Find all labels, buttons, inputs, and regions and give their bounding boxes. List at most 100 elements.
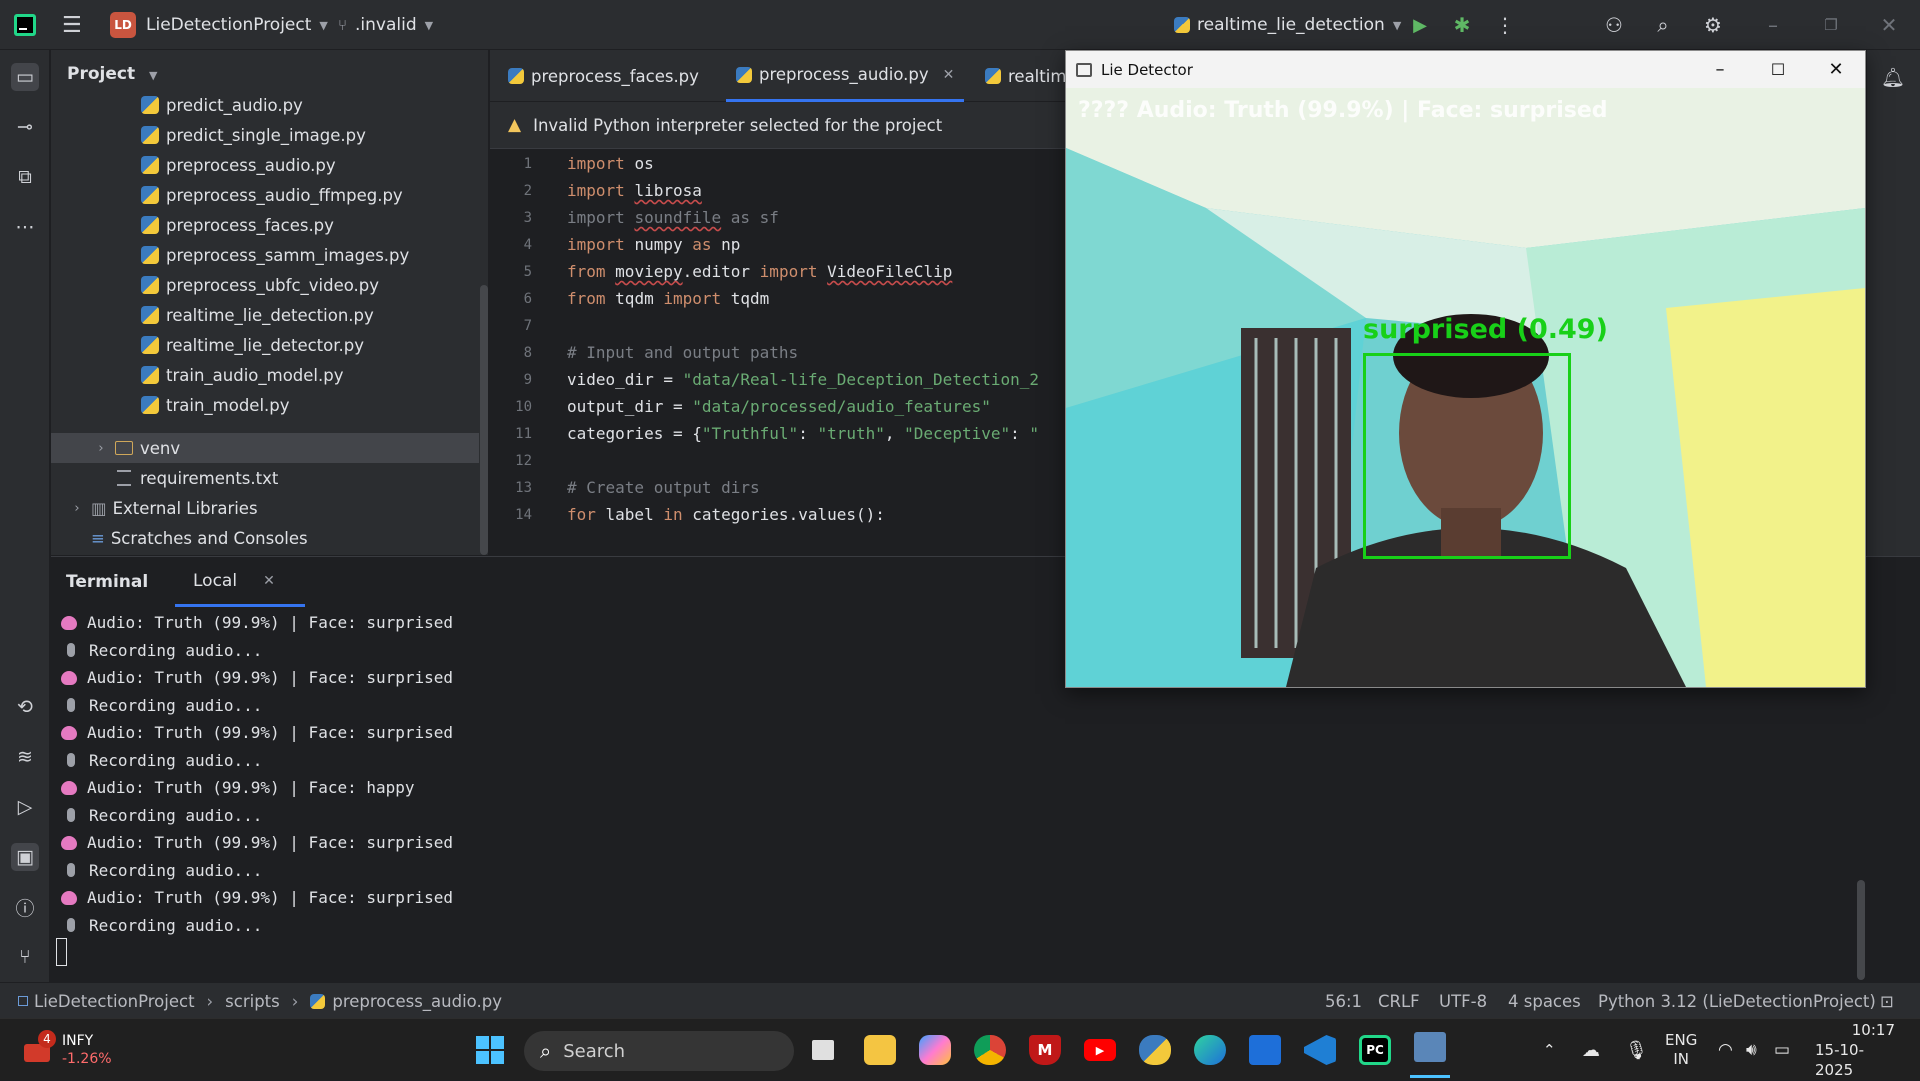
structure-icon[interactable]: ⧉ (11, 163, 39, 191)
chrome-icon[interactable] (970, 1019, 1010, 1081)
show-hidden-icons[interactable]: ⌃ (1543, 1019, 1556, 1081)
terminal-icon[interactable]: ▣ (11, 843, 39, 871)
language-indicator[interactable]: ENG IN (1665, 1019, 1697, 1081)
tree-row-file[interactable]: train_model.py (51, 390, 479, 420)
debug-icon[interactable]: ✱ (1449, 12, 1475, 38)
tree-row-file[interactable]: preprocess_samm_images.py (51, 240, 479, 270)
breadcrumb-project[interactable]: LieDetectionProject (34, 992, 195, 1011)
search-placeholder: Search (563, 1040, 626, 1062)
banner-text: Invalid Python interpreter selected for … (533, 115, 943, 135)
terminal-tab-local[interactable]: Local ✕ (175, 557, 305, 607)
tab-preprocess-audio[interactable]: preprocess_audio.py ✕ (726, 50, 965, 102)
run-config-name: realtime_lie_detection (1197, 15, 1385, 35)
tree-row-file[interactable]: preprocess_ubfc_video.py (51, 270, 479, 300)
copilot-icon[interactable] (915, 1019, 955, 1081)
python-window-icon[interactable] (1410, 1019, 1450, 1078)
close-icon[interactable]: ✕ (1876, 12, 1902, 38)
tab-preprocess-faces[interactable]: preprocess_faces.py (508, 50, 699, 102)
stock-icon: 4 (22, 1030, 56, 1066)
notifications-bell-icon[interactable]: 🔔︎ (1879, 63, 1907, 91)
minimize-icon[interactable]: – (1760, 12, 1786, 38)
lock-icon[interactable]: ⊡ (1880, 983, 1894, 1019)
python-idle-icon[interactable] (1135, 1019, 1175, 1081)
code-area[interactable]: 1 import os 2 import librosa 3 import sound… (490, 150, 1065, 555)
edge-icon[interactable] (1190, 1019, 1230, 1081)
youtube-icon[interactable]: ▶ (1080, 1019, 1120, 1081)
vscode-icon[interactable] (1300, 1019, 1340, 1081)
line-number: 1 (523, 155, 532, 172)
python-interpreter[interactable]: Python 3.12 (LieDetectionProject) (1598, 983, 1876, 1019)
add-user-icon[interactable]: ⚇ (1601, 12, 1627, 38)
maximize-icon[interactable]: ❐ (1818, 12, 1844, 38)
file-encoding[interactable]: UTF-8 (1439, 983, 1487, 1019)
breadcrumb-file[interactable]: preprocess_audio.py (332, 992, 502, 1011)
terminal-line-text: Recording audio... (89, 860, 263, 880)
line-number: 12 (515, 452, 532, 469)
status-bar: LieDetectionProject › scripts › preproce… (0, 982, 1920, 1018)
line-ending[interactable]: CRLF (1378, 983, 1420, 1019)
tree-row-file[interactable]: train_audio_model.py (51, 360, 479, 390)
close-tab-icon[interactable]: ✕ (943, 67, 955, 83)
python-console-icon[interactable]: ⟲ (11, 693, 39, 721)
tree-row-file[interactable]: predict_audio.py (51, 90, 479, 120)
more-tools-icon[interactable]: ⋯ (11, 213, 39, 241)
pycharm-logo-icon[interactable] (14, 0, 36, 50)
tree-row-file[interactable]: preprocess_audio.py (51, 150, 479, 180)
wifi-icon[interactable]: ◠ (1718, 1019, 1733, 1081)
battery-icon[interactable]: ▭ (1774, 1019, 1790, 1081)
clock[interactable]: 10:17 15-10-2025 (1815, 1019, 1895, 1081)
main-menu-icon[interactable]: ☰ (62, 0, 82, 50)
taskbar-search[interactable]: ⌕ Search (524, 1031, 794, 1071)
file-explorer-icon[interactable] (860, 1019, 900, 1081)
search-icon: ⌕ (540, 1039, 552, 1063)
tree-row-file[interactable]: preprocess_faces.py (51, 210, 479, 240)
layers-icon[interactable]: ≋ (11, 743, 39, 771)
python-icon (985, 68, 1001, 84)
minimize-icon[interactable]: – (1691, 51, 1749, 88)
cursor-position[interactable]: 56:1 (1325, 983, 1362, 1019)
tree-row-external-libraries[interactable]: › ▥ External Libraries (51, 493, 479, 523)
commit-icon[interactable]: ⊸ (11, 113, 39, 141)
close-tab-icon[interactable]: ✕ (263, 573, 275, 589)
title-bar: ☰ LD LieDetectionProject ▼ ⑂ .invalid ▼ … (0, 0, 1920, 50)
run-config-selector[interactable]: realtime_lie_detection ▼ (1174, 0, 1401, 50)
project-panel-title[interactable]: Project ▼ (67, 64, 157, 84)
mcafee-icon[interactable]: M (1025, 1019, 1065, 1081)
onedrive-cloud-icon[interactable]: ☁ (1582, 1019, 1600, 1081)
webcam-feed: ???? Audio: Truth (99.9%) | Face: surpri… (1066, 88, 1865, 687)
tree-row-venv[interactable]: › venv (51, 433, 479, 463)
terminal-scrollbar[interactable] (1857, 880, 1865, 980)
branch-switcher[interactable]: ⑂ .invalid ▼ (338, 0, 433, 50)
terminal-line-text: Recording audio... (89, 805, 263, 825)
services-icon[interactable]: ▷ (11, 793, 39, 821)
tree-row-file[interactable]: realtime_lie_detection.py (51, 300, 479, 330)
project-switcher[interactable]: LD LieDetectionProject ▼ (110, 0, 328, 50)
git-icon[interactable]: ⑂ (11, 943, 39, 971)
pycharm-taskbar-icon[interactable]: PC (1355, 1019, 1395, 1081)
run-icon[interactable]: ▶ (1407, 12, 1433, 38)
more-actions-icon[interactable]: ⋮ (1492, 12, 1518, 38)
tree-row-file[interactable]: predict_single_image.py (51, 120, 479, 150)
volume-icon[interactable]: 🔊︎ (1746, 1019, 1757, 1081)
close-icon[interactable]: ✕ (1807, 51, 1865, 88)
project-folder-icon[interactable]: ▭ (11, 63, 39, 91)
settings-gear-icon[interactable]: ⚙ (1700, 12, 1726, 38)
microsoft-store-icon[interactable] (1245, 1019, 1285, 1081)
tree-row-scratches[interactable]: ≡ Scratches and Consoles (51, 523, 479, 553)
indent-setting[interactable]: 4 spaces (1508, 983, 1581, 1019)
task-view-icon[interactable] (805, 1019, 841, 1081)
breadcrumb-folder[interactable]: scripts (225, 992, 280, 1011)
terminal-line-text: Recording audio... (89, 750, 263, 770)
project-scrollbar[interactable] (480, 285, 488, 555)
problems-icon[interactable]: ⓘ (11, 893, 39, 921)
tab-realtime[interactable]: realtime (985, 50, 1077, 102)
microphone-icon[interactable]: 🎙︎ (1625, 1019, 1648, 1081)
brain-icon (61, 890, 77, 905)
maximize-icon[interactable]: ☐ (1749, 51, 1807, 88)
search-icon[interactable]: ⌕ (1650, 12, 1676, 38)
tree-row-requirements[interactable]: requirements.txt (51, 463, 479, 493)
stock-widget[interactable]: 4 INFY -1.26% (22, 1019, 142, 1081)
tree-row-file[interactable]: realtime_lie_detector.py (51, 330, 479, 360)
tree-row-file[interactable]: preprocess_audio_ffmpeg.py (51, 180, 479, 210)
windows-start-icon[interactable] (470, 1019, 510, 1081)
